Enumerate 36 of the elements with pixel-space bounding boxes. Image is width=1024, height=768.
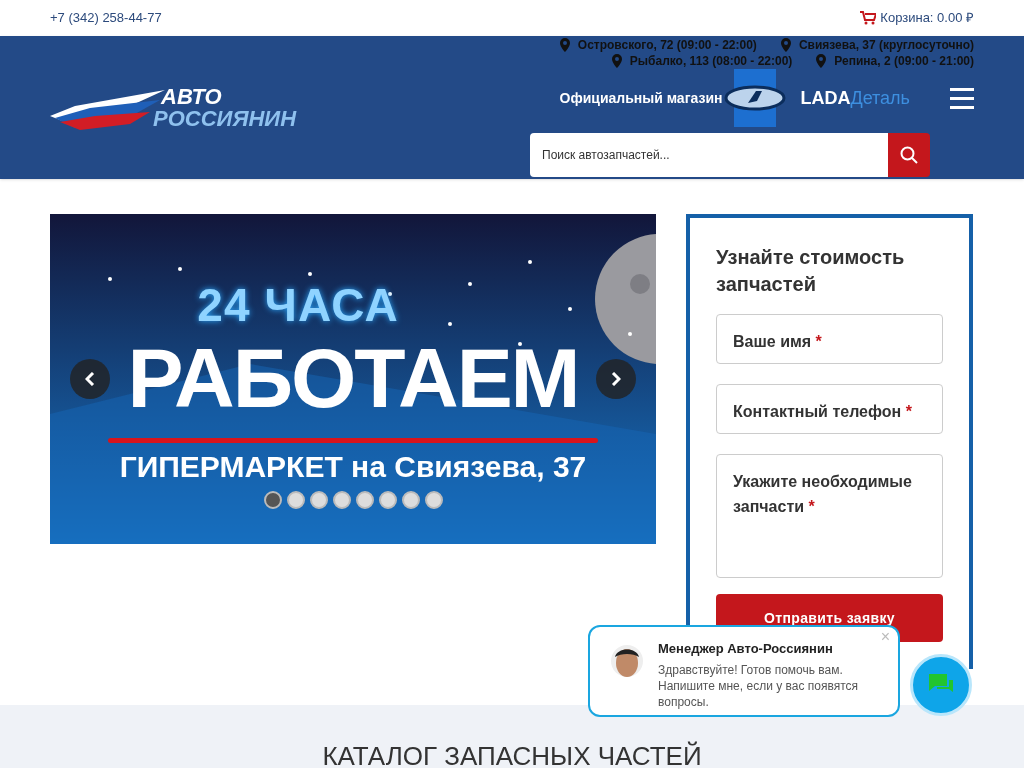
lada-emblem-icon	[724, 85, 787, 111]
map-pin-icon	[611, 54, 622, 68]
banner-heading: РАБОТАЕМ	[127, 330, 579, 427]
field-label: Ваше имя *	[733, 333, 822, 350]
store-address: Репина, 2 (09:00 - 21:00)	[834, 53, 974, 69]
map-pin-icon	[559, 38, 570, 52]
store-address: Свиязева, 37 (круглосуточно)	[798, 37, 974, 53]
official-store-label: Официальный магазин	[559, 88, 723, 108]
field-label: Контактный телефон *	[733, 403, 912, 420]
cart-icon[interactable]	[860, 11, 877, 25]
map-pin-icon	[780, 38, 791, 52]
search-field[interactable]: Поиск автозапчастей...	[530, 133, 888, 177]
text-area[interactable]: Укажите необходимые запчасти *	[716, 454, 943, 578]
form-title: Узнайте стоимость запчастей	[716, 245, 906, 297]
phone-number[interactable]: +7 (342) 258-44-77	[50, 8, 162, 28]
search-button[interactable]	[888, 133, 930, 177]
input-field[interactable]: Контактный телефон *	[716, 384, 943, 434]
field-label: Укажите необходимые запчасти *	[733, 473, 912, 515]
input-field[interactable]: Ваше имя *	[716, 314, 943, 364]
logo-text: РОССИЯНИН	[153, 107, 297, 130]
logo-text: АВТО	[161, 85, 223, 108]
cart-link[interactable]: Корзина: 0.00 ₽	[880, 8, 974, 28]
store-address: Островского, 72 (09:00 - 22:00)	[577, 37, 757, 53]
chevron-left-icon	[85, 372, 95, 386]
chat-message: Здравствуйте! Готов помочь вам. Напишите мне, если у вас появятся вопросы.	[658, 661, 860, 710]
brand-name: Деталь	[850, 86, 910, 110]
menu-button[interactable]	[950, 87, 974, 109]
banner-caption: ГИПЕРМАРКЕТ на Свиязева, 37	[119, 449, 587, 485]
map-pin-icon	[816, 54, 827, 68]
section-heading: КАТАЛОГ ЗАПАСНЫХ ЧАСТЕЙ	[322, 741, 702, 768]
search-icon	[900, 146, 918, 164]
chevron-right-icon	[611, 372, 621, 386]
manager-name: Менеджер Авто-Россиянин	[658, 640, 834, 658]
store-address: Рыбалко, 113 (08:00 - 22:00)	[629, 53, 793, 69]
banner-subheading: 24 ЧАСА	[197, 282, 399, 328]
brand-name: LADA	[800, 86, 851, 110]
